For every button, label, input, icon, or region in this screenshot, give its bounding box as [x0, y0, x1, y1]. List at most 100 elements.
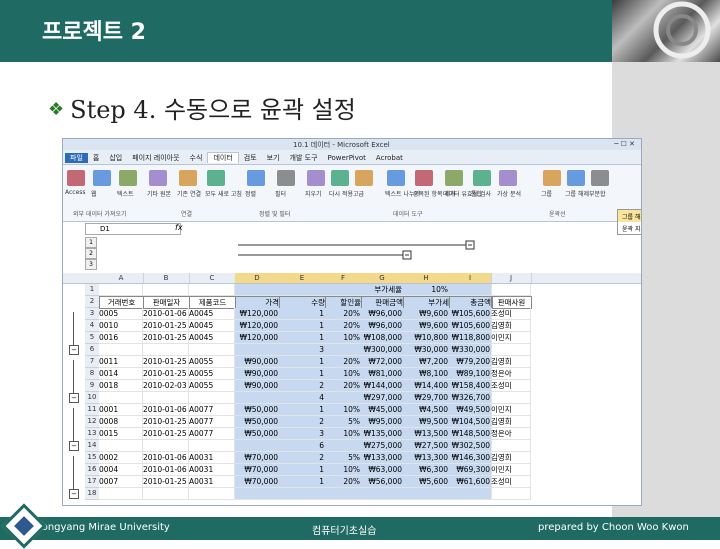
outline-level-1-button[interactable]: 1 [85, 237, 97, 248]
table-cell[interactable]: A0077 [189, 404, 235, 416]
row-header[interactable]: 2 [85, 296, 99, 308]
table-cell[interactable]: ₩330,000 [449, 344, 492, 356]
table-cell[interactable]: 10% [325, 332, 362, 344]
row-header[interactable]: 14 [85, 440, 99, 452]
table-cell[interactable]: ₩70,000 [235, 452, 280, 464]
table-cell[interactable] [189, 488, 235, 500]
table-cell[interactable]: 20% [325, 308, 362, 320]
table-cell[interactable]: 1 [279, 368, 326, 380]
ribbon-button-11-icon[interactable] [387, 170, 405, 186]
ribbon-button-2-icon[interactable] [119, 170, 137, 186]
table-cell[interactable]: ₩105,600 [449, 308, 492, 320]
table-cell[interactable]: 김영희 [491, 452, 531, 464]
table-cell[interactable] [189, 284, 235, 296]
table-cell[interactable]: 1 [279, 464, 326, 476]
tab-9[interactable]: PowerPivot [323, 154, 371, 162]
row-header[interactable]: 3 [85, 308, 99, 320]
table-cell[interactable]: ₩29,700 [403, 392, 450, 404]
table-cell[interactable] [491, 488, 531, 500]
tab-10[interactable]: Acrobat [371, 154, 408, 162]
tab-4[interactable]: 수식 [185, 153, 208, 163]
ribbon-button-4-icon[interactable] [179, 170, 197, 186]
table-cell[interactable] [491, 344, 531, 356]
table-cell[interactable]: 2010-01-06 [143, 452, 189, 464]
ribbon-button-9-icon[interactable] [331, 170, 349, 186]
table-cell[interactable]: ₩297,000 [361, 392, 404, 404]
table-cell[interactable]: 정은아 [491, 428, 531, 440]
table-cell[interactable]: 1 [279, 332, 326, 344]
table-cell[interactable] [279, 488, 326, 500]
table-cell[interactable]: ₩148,500 [449, 428, 492, 440]
column-header-C[interactable]: C [189, 273, 236, 283]
row-header[interactable]: 12 [85, 416, 99, 428]
tab-8[interactable]: 개발 도구 [285, 153, 323, 163]
table-cell[interactable]: 2010-02-03 [143, 380, 189, 392]
table-cell[interactable] [325, 284, 362, 296]
table-cell[interactable]: ₩63,000 [361, 464, 404, 476]
table-cell[interactable]: ₩13,300 [403, 452, 450, 464]
table-cell[interactable] [449, 284, 492, 296]
table-cell[interactable] [235, 344, 280, 356]
ribbon-button-15-icon[interactable] [499, 170, 517, 186]
table-cell[interactable]: 5% [325, 416, 362, 428]
table-cell[interactable]: 1 [279, 320, 326, 332]
tab-2[interactable]: 삽입 [104, 153, 127, 163]
ribbon-button-8-icon[interactable] [307, 170, 325, 186]
row-header[interactable]: 5 [85, 332, 99, 344]
column-header-H[interactable]: H [403, 273, 450, 283]
table-cell[interactable] [279, 284, 326, 296]
table-cell[interactable]: ₩105,600 [449, 320, 492, 332]
table-cell[interactable]: 이민지 [491, 332, 531, 344]
table-cell[interactable]: 정은아 [491, 368, 531, 380]
table-cell[interactable]: ₩8,100 [403, 368, 450, 380]
column-header-D[interactable]: D [235, 273, 280, 283]
table-cell[interactable]: 0010 [99, 320, 143, 332]
table-cell[interactable]: 0002 [99, 452, 143, 464]
table-cell[interactable]: 2 [279, 416, 326, 428]
table-cell[interactable]: 10% [403, 284, 450, 296]
table-cell[interactable] [491, 392, 531, 404]
table-cell[interactable]: ₩144,000 [361, 380, 404, 392]
table-cell[interactable] [143, 284, 189, 296]
table-cell[interactable]: ₩108,000 [361, 332, 404, 344]
table-cell[interactable]: ₩56,000 [361, 476, 404, 488]
table-cell[interactable]: 0014 [99, 368, 143, 380]
column-header-I[interactable]: I [449, 273, 492, 283]
table-cell[interactable]: ₩50,000 [235, 416, 280, 428]
table-cell[interactable]: ₩326,700 [449, 392, 492, 404]
table-cell[interactable]: A0055 [189, 368, 235, 380]
column-header-G[interactable]: G [361, 273, 404, 283]
table-cell[interactable]: 1 [279, 356, 326, 368]
table-cell[interactable]: ₩70,000 [235, 464, 280, 476]
outline-collapse-button[interactable]: − [69, 489, 79, 499]
table-cell[interactable]: 조성미 [491, 308, 531, 320]
table-cell[interactable]: A0055 [189, 380, 235, 392]
table-cell[interactable]: ₩70,000 [235, 476, 280, 488]
table-cell[interactable]: ₩120,000 [235, 332, 280, 344]
ribbon-button-0-icon[interactable] [67, 170, 85, 186]
row-header[interactable]: 17 [85, 476, 99, 488]
column-header-F[interactable]: F [325, 273, 362, 283]
outline-level-3-button[interactable]: 3 [85, 259, 97, 270]
table-cell[interactable] [143, 392, 189, 404]
table-cell[interactable] [99, 344, 143, 356]
table-cell[interactable]: 0007 [99, 476, 143, 488]
table-cell[interactable]: ₩10,800 [403, 332, 450, 344]
menu-item-ungroup[interactable]: 그룹 해제(U)... [618, 210, 641, 222]
table-cell[interactable]: 김영희 [491, 320, 531, 332]
row-header[interactable]: 6 [85, 344, 99, 356]
table-cell[interactable]: ₩81,000 [361, 368, 404, 380]
table-cell[interactable] [235, 392, 280, 404]
table-cell[interactable]: 0004 [99, 464, 143, 476]
table-cell[interactable] [361, 488, 404, 500]
table-cell[interactable]: 3 [279, 344, 326, 356]
table-cell[interactable]: 2 [279, 380, 326, 392]
table-cell[interactable] [235, 284, 280, 296]
table-cell[interactable] [403, 488, 450, 500]
table-cell[interactable]: 10% [325, 404, 362, 416]
table-cell[interactable]: 20% [325, 380, 362, 392]
table-cell[interactable]: ₩104,500 [449, 416, 492, 428]
row-header[interactable]: 1 [85, 284, 99, 296]
table-cell[interactable]: 2010-01-06 [143, 404, 189, 416]
table-cell[interactable] [143, 344, 189, 356]
